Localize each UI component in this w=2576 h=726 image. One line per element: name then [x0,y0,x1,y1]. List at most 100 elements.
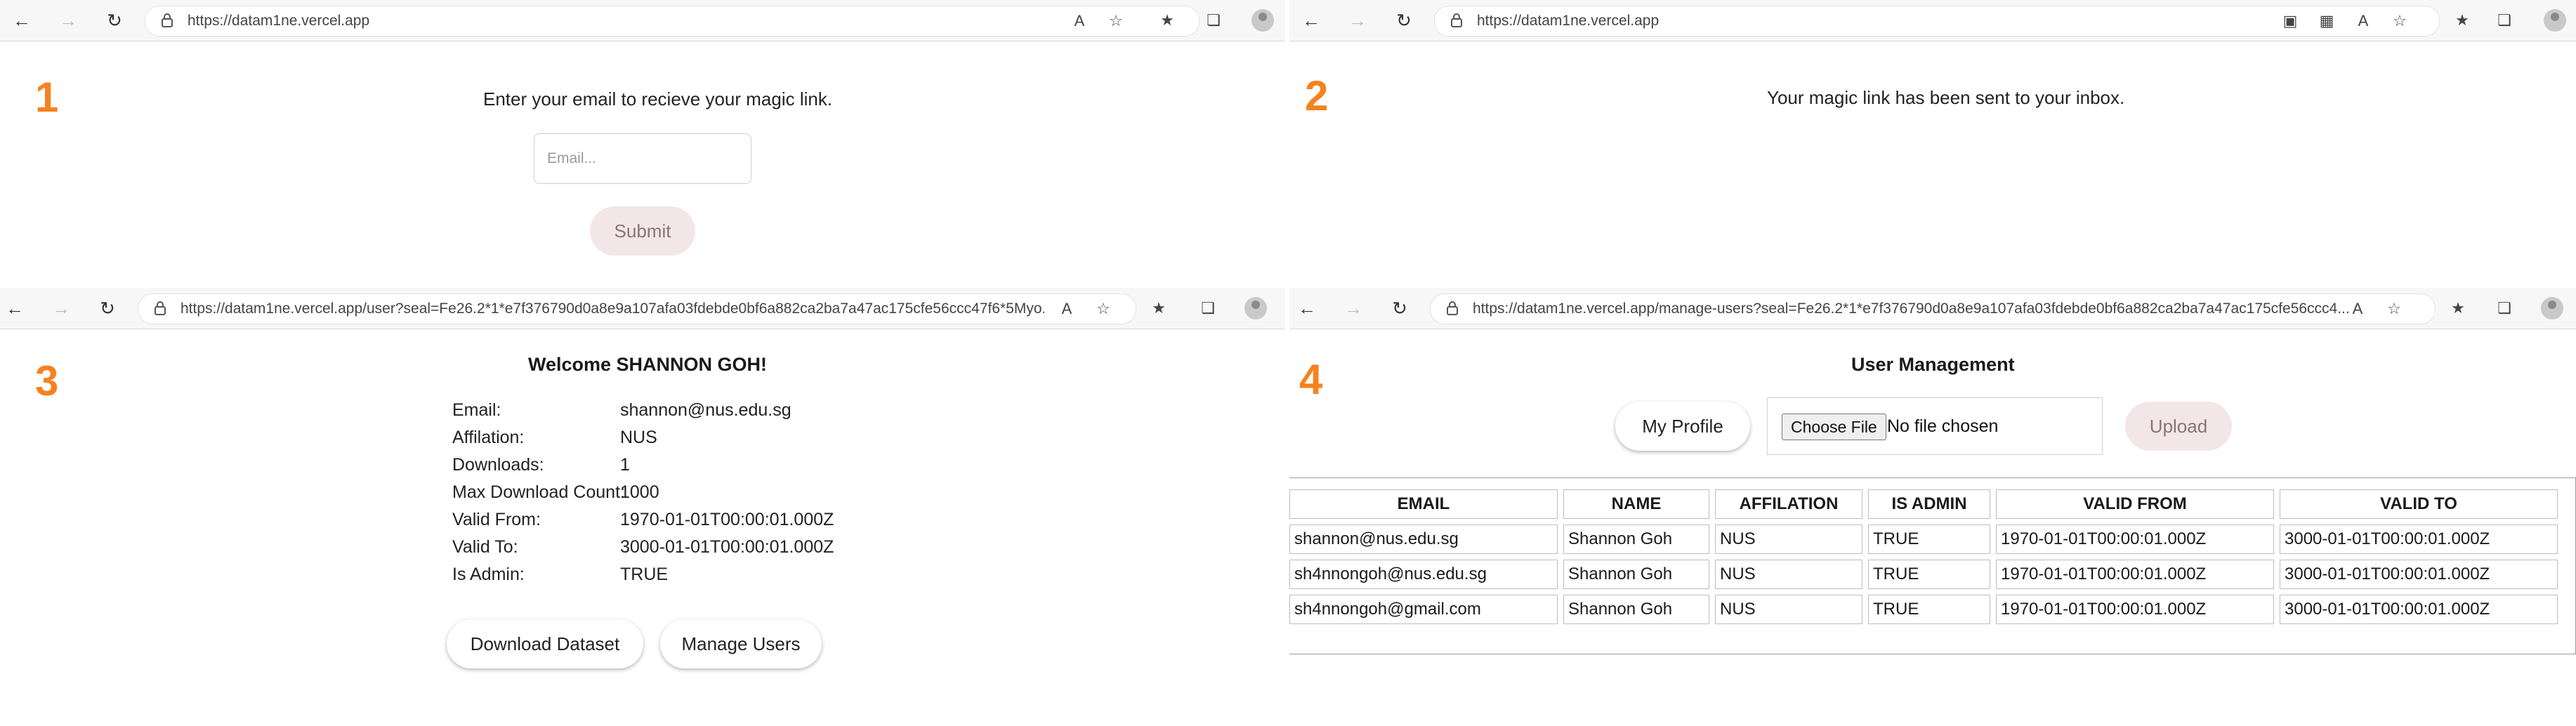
forward-icon[interactable]: → [51,298,72,319]
cell-is-admin: TRUE [1868,524,1990,554]
choose-file-button[interactable]: Choose File [1782,414,1886,440]
panel-link-sent: ← → ↻ https://datam1ne.vercel.app ▣ ▦ A … [1289,0,2576,288]
url-text: https://datam1ne.vercel.app [1477,13,1660,29]
upload-button[interactable]: Upload [2125,402,2232,451]
download-dataset-button[interactable]: Download Dataset [447,619,643,668]
login-prompt: Enter your email to recieve your magic l… [483,88,833,110]
back-icon[interactable]: ← [1301,10,1322,31]
forward-icon[interactable]: → [1347,10,1368,31]
app-available-icon[interactable]: ▣ [2280,11,2300,31]
panel-user-management: ← → ↻ https://datam1ne.vercel.app/manage… [1289,288,2576,726]
step-number: 2 [1305,72,1329,119]
profile-avatar[interactable] [1251,9,1274,32]
read-aloud-icon[interactable]: A [2348,299,2367,319]
step-number: 3 [35,357,59,404]
email-input[interactable] [534,133,751,184]
email-value: shannon@nus.edu.sg [620,400,791,420]
users-table-container: EMAIL NAME AFFILATION IS ADMIN VALID FRO… [1289,477,2576,654]
favorite-add-icon[interactable]: ☆ [2390,11,2410,31]
cell-valid-from: 1970-01-01T00:00:01.000Z [1996,560,2274,589]
collections-icon[interactable]: ❏ [1198,298,1218,318]
column-header-affiliation: AFFILATION [1715,489,1862,519]
favorites-icon[interactable]: ★ [1157,11,1177,30]
forward-icon[interactable]: → [58,10,79,31]
cell-affiliation: NUS [1715,595,1862,624]
my-profile-button[interactable]: My Profile [1615,402,1750,451]
affiliation-label: Affilation: [452,428,525,447]
valid-to-value: 3000-01-01T00:00:01.000Z [620,537,834,557]
browser-toolbar: ← → ↻ https://datam1ne.vercel.app A ☆ ★ … [0,0,1285,41]
cell-email: shannon@nus.edu.sg [1289,524,1558,554]
favorites-icon[interactable]: ★ [2452,11,2472,30]
users-table: EMAIL NAME AFFILATION IS ADMIN VALID FRO… [1289,484,2563,630]
profile-avatar[interactable] [2544,9,2566,32]
step-number: 1 [35,74,59,121]
read-aloud-icon[interactable]: A [1070,11,1089,31]
lock-icon [1451,13,1462,27]
cell-affiliation: NUS [1715,524,1862,554]
back-icon[interactable]: ← [4,298,25,319]
downloads-label: Downloads: [452,455,544,475]
panel-profile: ← → ↻ https://datam1ne.vercel.app/user?s… [0,288,1285,726]
collections-icon[interactable]: ❏ [2495,298,2514,318]
is-admin-label: Is Admin: [452,565,525,584]
reload-icon[interactable]: ↻ [97,298,118,319]
valid-to-label: Valid To: [452,537,518,557]
back-icon[interactable]: ← [1296,298,1317,319]
cell-email: sh4nnongoh@nus.edu.sg [1289,560,1558,589]
favorites-icon[interactable]: ★ [1149,298,1169,318]
valid-from-label: Valid From: [452,510,541,529]
no-file-text: No file chosen [1887,416,1999,436]
table-row: shannon@nus.edu.sg Shannon Goh NUS TRUE … [1289,524,2558,554]
collections-icon[interactable]: ❏ [1204,11,1223,30]
read-aloud-icon[interactable]: A [2353,11,2373,31]
profile-avatar[interactable] [1244,297,1267,319]
table-row: sh4nnongoh@nus.edu.sg Shannon Goh NUS TR… [1289,560,2558,589]
read-aloud-icon[interactable]: A [1057,299,1077,319]
url-text: https://datam1ne.vercel.app [188,13,370,29]
back-icon[interactable]: ← [11,10,32,31]
browser-toolbar: ← → ↻ https://datam1ne.vercel.app ▣ ▦ A … [1289,0,2576,41]
link-sent-message: Your magic link has been sent to your in… [1767,87,2125,108]
url-text: https://datam1ne.vercel.app/manage-users… [1473,301,2350,317]
affiliation-value: NUS [620,428,657,447]
address-bar[interactable]: https://datam1ne.vercel.app/manage-users… [1430,293,2436,324]
address-bar[interactable]: https://datam1ne.vercel.app A ☆ [145,6,1200,37]
file-upload-field[interactable]: Choose File No file chosen [1767,397,2103,455]
reload-icon[interactable]: ↻ [1389,298,1410,319]
profile-avatar[interactable] [2541,297,2563,319]
manage-users-button[interactable]: Manage Users [660,619,822,668]
reload-icon[interactable]: ↻ [1393,10,1414,31]
lock-icon [1447,301,1458,315]
favorites-icon[interactable]: ★ [2448,298,2468,318]
column-header-valid-from: VALID FROM [1996,489,2274,519]
cell-name: Shannon Goh [1563,595,1709,624]
cell-valid-to: 3000-01-01T00:00:01.000Z [2280,595,2558,624]
submit-button[interactable]: Submit [590,206,695,256]
welcome-heading: Welcome SHANNON GOH! [528,354,768,375]
favorite-add-icon[interactable]: ☆ [1093,299,1113,319]
cell-affiliation: NUS [1715,560,1862,589]
reload-icon[interactable]: ↻ [104,10,125,31]
cell-valid-from: 1970-01-01T00:00:01.000Z [1996,595,2274,624]
address-bar[interactable]: https://datam1ne.vercel.app ▣ ▦ A ☆ [1434,6,2440,37]
table-header-row: EMAIL NAME AFFILATION IS ADMIN VALID FRO… [1289,489,2558,519]
qr-code-icon[interactable]: ▦ [2317,11,2337,31]
step-number: 4 [1299,356,1323,403]
url-text: https://datam1ne.vercel.app/user?seal=Fe… [180,301,1044,317]
cell-name: Shannon Goh [1563,560,1709,589]
column-header-is-admin: IS ADMIN [1868,489,1990,519]
cell-is-admin: TRUE [1868,560,1990,589]
cell-is-admin: TRUE [1868,595,1990,624]
email-label: Email: [452,400,501,420]
forward-icon[interactable]: → [1343,298,1364,319]
cell-name: Shannon Goh [1563,524,1709,554]
cell-valid-to: 3000-01-01T00:00:01.000Z [2280,524,2558,554]
favorite-add-icon[interactable]: ☆ [2384,299,2404,319]
column-header-email: EMAIL [1289,489,1558,519]
favorite-add-icon[interactable]: ☆ [1106,11,1126,31]
cell-valid-from: 1970-01-01T00:00:01.000Z [1996,524,2274,554]
address-bar[interactable]: https://datam1ne.vercel.app/user?seal=Fe… [138,293,1136,324]
collections-icon[interactable]: ❏ [2495,11,2514,30]
valid-from-value: 1970-01-01T00:00:01.000Z [620,510,834,529]
